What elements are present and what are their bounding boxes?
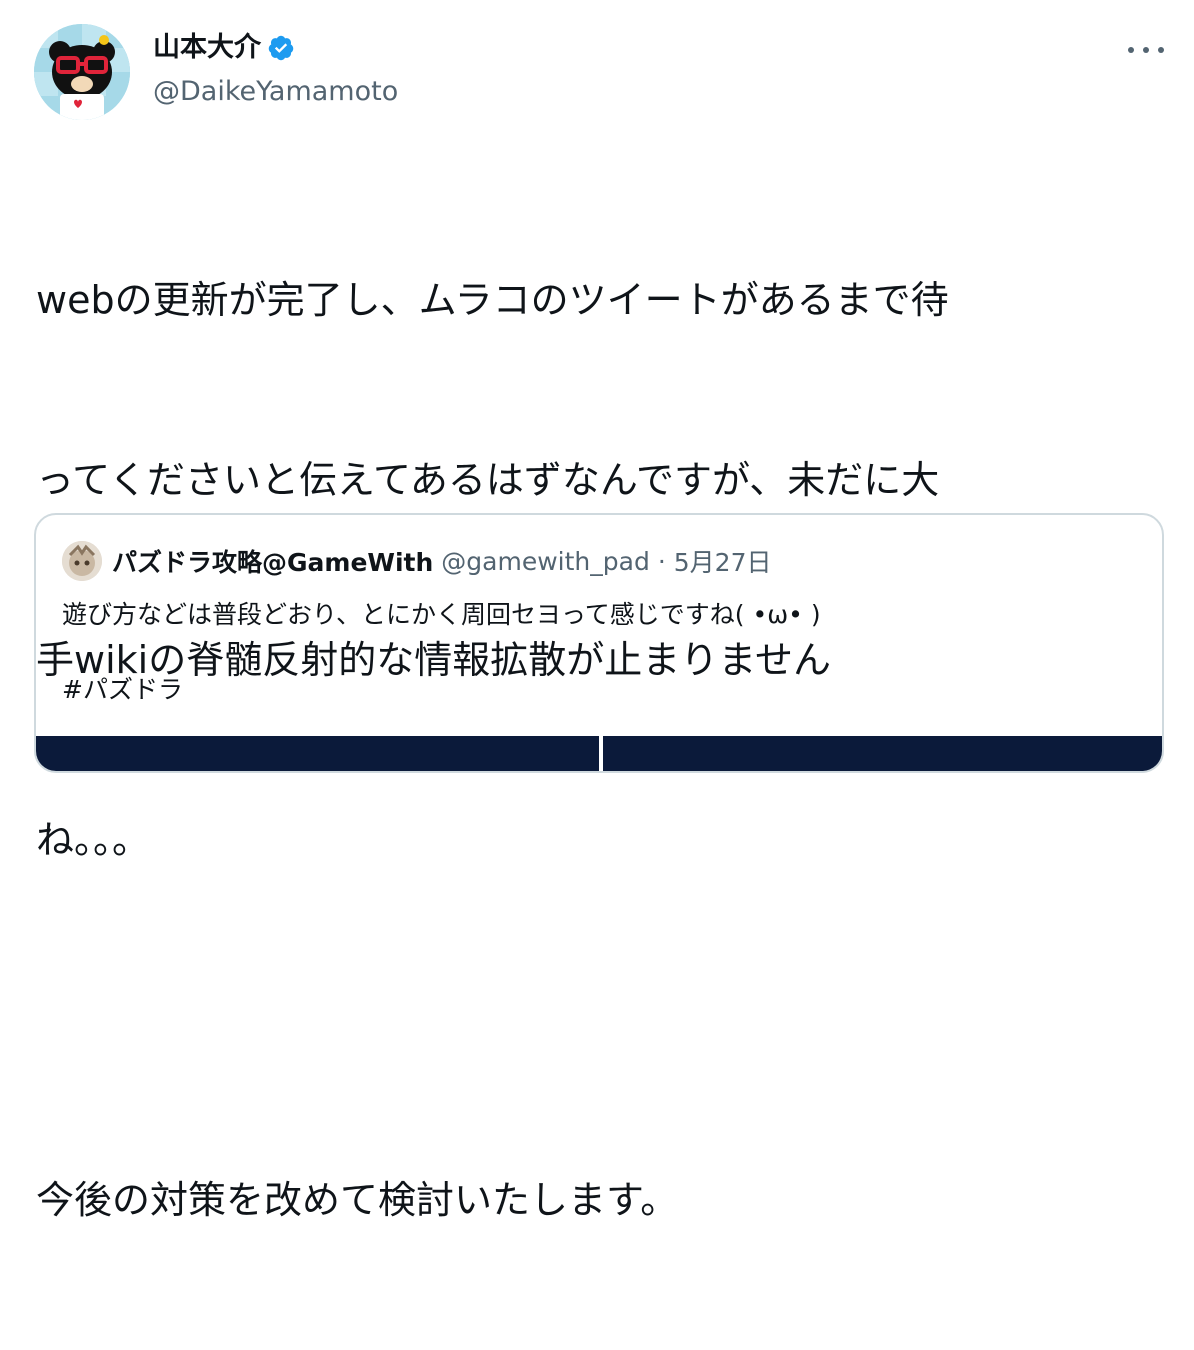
quoted-tweet-header: パズドラ攻略@GameWith @gamewith_pad · 5月27日 — [62, 541, 772, 581]
more-dot — [1158, 47, 1164, 53]
quoted-tweet-text: 遊び方などは普段どおり、とにかく周回セヨって感じですね( •ω• ) — [62, 600, 821, 629]
verified-badge-icon — [267, 34, 295, 62]
quoted-handle: @gamewith_pad — [441, 546, 650, 576]
more-options-icon[interactable] — [1128, 36, 1164, 64]
author-name-row: 山本大介 — [153, 30, 295, 66]
tweet-text-line: webの更新が完了し、ムラコのツイートがあるまで待 — [36, 278, 949, 322]
quoted-date: 5月27日 — [673, 548, 772, 577]
more-dot — [1128, 47, 1134, 53]
quoted-separator: · — [657, 546, 666, 576]
tweet-text-line: 今後の対策を改めて検討いたします。 — [36, 1178, 679, 1222]
quoted-author-avatar — [62, 541, 102, 581]
quoted-display-name: パズドラ攻略@GameWith — [112, 548, 434, 577]
quoted-tweet[interactable]: パズドラ攻略@GameWith @gamewith_pad · 5月27日 遊び… — [34, 513, 1164, 773]
tweet: 山本大介 @DaikeYamamoto webの更新が完了し、ムラコのツイートが… — [0, 0, 1194, 1222]
more-dot — [1143, 47, 1149, 53]
author-avatar[interactable] — [34, 24, 130, 120]
tweet-text-line: ってくださいと伝えてあるはずなんですが、未だに大 — [36, 458, 940, 502]
quoted-hashtag[interactable]: #パズドラ — [62, 670, 183, 710]
author-display-name[interactable]: 山本大介 — [153, 30, 261, 66]
tweet-text-line: ね。。。 — [36, 818, 151, 862]
author-handle[interactable]: @DaikeYamamoto — [153, 74, 398, 110]
